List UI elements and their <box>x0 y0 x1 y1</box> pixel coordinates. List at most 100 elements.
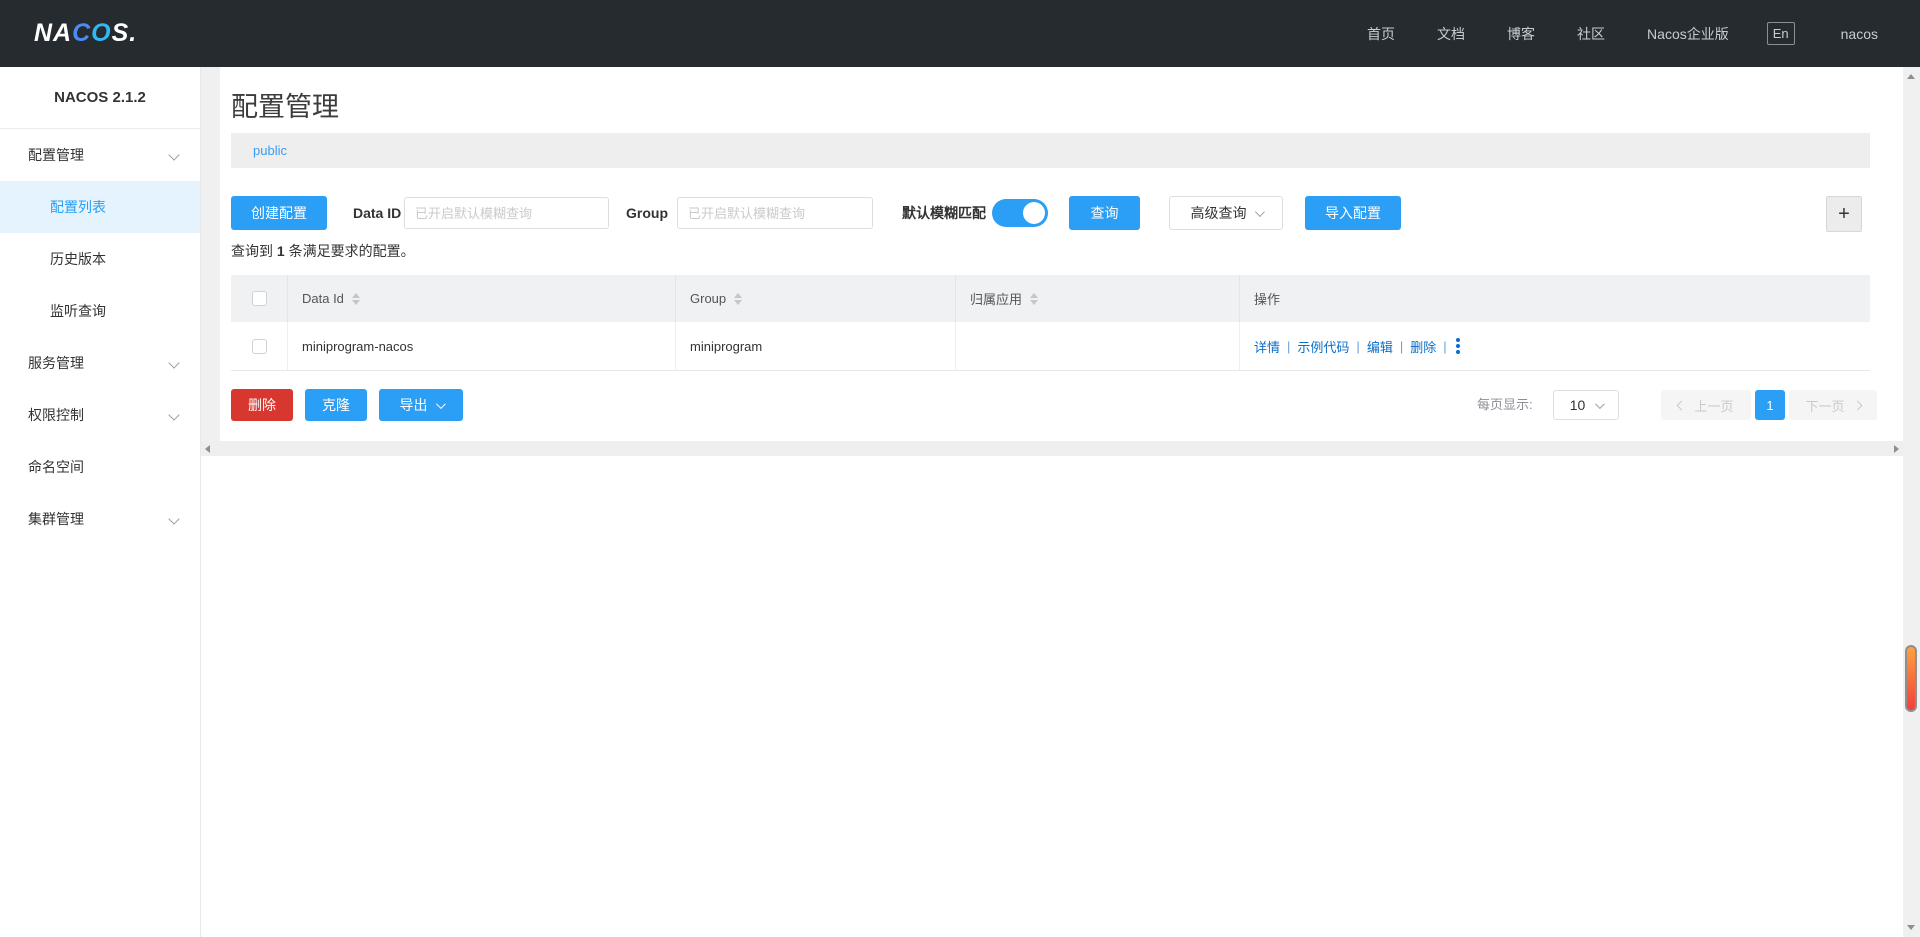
advanced-query-button[interactable]: 高级查询 <box>1169 196 1283 230</box>
link-separator: | <box>1400 339 1403 354</box>
export-button[interactable]: 导出 <box>379 389 463 421</box>
top-nav-menu: 首页 文档 博客 社区 Nacos企业版 En nacos <box>1325 22 1878 45</box>
vertical-scrollbar-thumb[interactable] <box>1905 645 1917 712</box>
prev-page-button[interactable]: 上一页 <box>1661 390 1751 420</box>
main-content: 配置管理 public 创建配置 Data ID Group 默认模糊匹配 查询… <box>220 67 1903 937</box>
chevron-right-icon <box>1852 400 1862 410</box>
table-header-row: Data Id Group 归属应用 操作 <box>231 275 1870 322</box>
sidebar-item-label: 监听查询 <box>50 303 106 319</box>
sort-arrows-icon[interactable] <box>1030 293 1038 305</box>
cell-application <box>956 322 1240 370</box>
sidebar-item-namespace[interactable]: 命名空间 <box>0 441 200 493</box>
next-page-button[interactable]: 下一页 <box>1789 390 1877 420</box>
scroll-up-arrow-icon[interactable] <box>1907 74 1915 79</box>
link-separator: | <box>1443 339 1446 354</box>
group-label: Group <box>626 196 668 230</box>
scroll-right-arrow-icon[interactable] <box>1894 445 1899 453</box>
nav-item-blog[interactable]: 博客 <box>1507 24 1535 44</box>
language-switch-button[interactable]: En <box>1767 22 1795 45</box>
chevron-left-icon <box>1677 400 1687 410</box>
logo-part: NA <box>34 19 72 47</box>
logo-part: C <box>72 19 91 47</box>
detail-link[interactable]: 详情 <box>1254 337 1280 356</box>
header-application: 归属应用 <box>956 275 1240 322</box>
plus-icon: + <box>1838 203 1850 226</box>
chevron-down-icon <box>168 409 179 420</box>
horizontal-scrollbar[interactable] <box>201 441 1903 456</box>
page-title: 配置管理 <box>231 85 339 124</box>
nav-item-docs[interactable]: 文档 <box>1437 24 1465 44</box>
nav-item-home[interactable]: 首页 <box>1367 24 1395 44</box>
header-operations: 操作 <box>1240 275 1870 322</box>
fuzzy-match-label: 默认模糊匹配 <box>902 196 986 230</box>
sidebar-item-listening-query[interactable]: 监听查询 <box>0 285 200 337</box>
query-result-summary: 查询到 1 条满足要求的配置。 <box>231 241 415 261</box>
sidebar-item-service-management[interactable]: 服务管理 <box>0 337 200 389</box>
advanced-query-label: 高级查询 <box>1191 203 1247 223</box>
chevron-down-icon <box>435 399 445 409</box>
sidebar-item-config-list[interactable]: 配置列表 <box>0 181 200 233</box>
page-size-label: 每页显示: <box>1477 389 1533 421</box>
add-config-button[interactable]: + <box>1826 196 1862 232</box>
more-actions-icon[interactable] <box>1456 337 1460 355</box>
column-label: Data Id <box>302 291 344 306</box>
column-label: 归属应用 <box>970 289 1022 308</box>
version-label: NACOS 2.1.2 <box>0 67 200 129</box>
current-user[interactable]: nacos <box>1841 26 1878 42</box>
sidebar-item-cluster-management[interactable]: 集群管理 <box>0 493 200 545</box>
scroll-left-arrow-icon[interactable] <box>205 445 210 453</box>
vertical-scrollbar[interactable] <box>1903 67 1920 937</box>
dataid-input[interactable] <box>404 197 609 229</box>
cell-dataid: miniprogram-nacos <box>288 322 676 370</box>
next-page-label: 下一页 <box>1805 396 1844 415</box>
sort-arrows-icon[interactable] <box>734 293 742 305</box>
delete-button[interactable]: 删除 <box>231 389 293 421</box>
namespace-tab-public[interactable]: public <box>253 133 287 168</box>
cell-group: miniprogram <box>676 322 956 370</box>
nacos-console: NACOS. 首页 文档 博客 社区 Nacos企业版 En nacos NAC… <box>0 0 1920 937</box>
sample-code-link[interactable]: 示例代码 <box>1297 337 1349 356</box>
page-size-select[interactable]: 10 <box>1553 390 1619 420</box>
dataid-label: Data ID <box>353 196 401 230</box>
group-input[interactable] <box>677 197 873 229</box>
namespace-bar: public <box>231 133 1870 168</box>
column-label: 操作 <box>1254 289 1280 308</box>
sort-arrows-icon[interactable] <box>352 293 360 305</box>
chevron-down-icon <box>168 357 179 368</box>
chevron-down-icon <box>168 149 179 160</box>
logo-part: O <box>91 19 111 47</box>
sidebar-item-label: 配置管理 <box>28 147 84 163</box>
edit-link[interactable]: 编辑 <box>1367 337 1393 356</box>
delete-link[interactable]: 删除 <box>1410 337 1436 356</box>
sidebar-item-history-versions[interactable]: 历史版本 <box>0 233 200 285</box>
sidebar-item-config-management[interactable]: 配置管理 <box>0 129 200 181</box>
chevron-down-icon <box>168 513 179 524</box>
nav-item-enterprise[interactable]: Nacos企业版 <box>1647 24 1729 44</box>
column-label: Group <box>690 291 726 306</box>
clone-button[interactable]: 克隆 <box>305 389 367 421</box>
header-dataid: Data Id <box>288 275 676 322</box>
sidebar-item-permission-control[interactable]: 权限控制 <box>0 389 200 441</box>
sidebar-item-label: 服务管理 <box>28 355 84 371</box>
create-config-button[interactable]: 创建配置 <box>231 196 327 230</box>
sidebar-scrollbar-track[interactable] <box>201 67 220 456</box>
select-all-checkbox[interactable] <box>252 291 267 306</box>
result-count: 1 <box>277 243 285 259</box>
import-config-button[interactable]: 导入配置 <box>1305 196 1401 230</box>
sidebar: NACOS 2.1.2 配置管理 配置列表 历史版本 监听查询 服务管理 权限控… <box>0 67 201 937</box>
page-1-button[interactable]: 1 <box>1755 390 1785 420</box>
search-button[interactable]: 查询 <box>1069 196 1140 230</box>
fuzzy-match-toggle[interactable] <box>992 199 1048 227</box>
sidebar-item-label: 历史版本 <box>50 251 106 267</box>
prev-page-label: 上一页 <box>1694 396 1733 415</box>
scroll-down-arrow-icon[interactable] <box>1907 925 1915 930</box>
toolbar: 创建配置 Data ID Group 默认模糊匹配 查询 高级查询 导入配置 + <box>220 196 1903 232</box>
header-group: Group <box>676 275 956 322</box>
export-label: 导出 <box>400 395 428 415</box>
nav-item-community[interactable]: 社区 <box>1577 24 1605 44</box>
chevron-down-icon <box>1254 207 1264 217</box>
sidebar-item-label: 配置列表 <box>50 199 106 215</box>
result-suffix: 条满足要求的配置。 <box>285 243 415 259</box>
nacos-logo[interactable]: NACOS. <box>34 19 137 48</box>
row-checkbox[interactable] <box>252 339 267 354</box>
